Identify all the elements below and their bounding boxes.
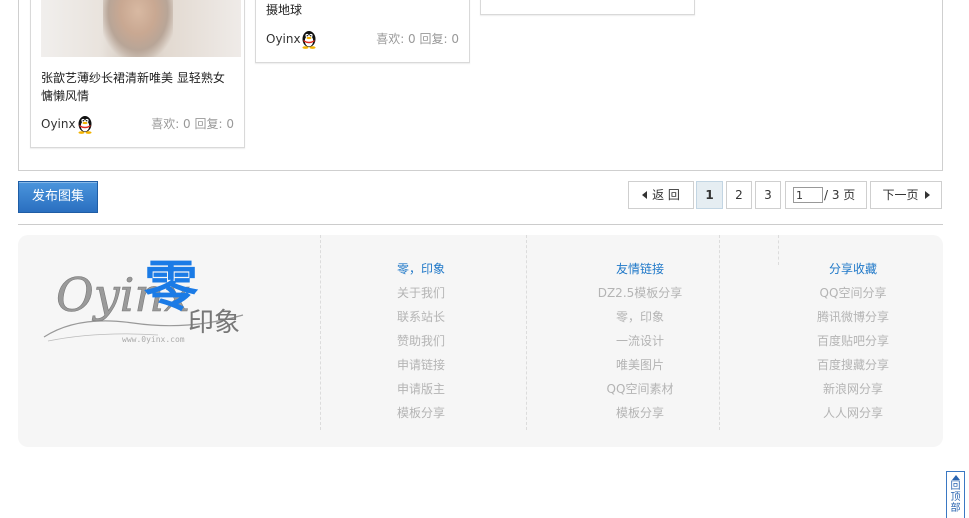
next-page-button[interactable]: 下一页 — [870, 181, 942, 209]
likes-replies-count: 喜欢: 0 回复: 0 — [376, 32, 459, 46]
page-number-input[interactable] — [793, 187, 823, 203]
likes-replies-count: 喜欢: 0 回复: 0 — [151, 117, 234, 131]
footer-link[interactable]: QQ空间素材 — [540, 377, 740, 401]
footer-column-about: 零，印象 关于我们 联系站长 赞助我们 申请链接 申请版主 模板分享 — [321, 257, 521, 425]
back-label: 返 回 — [652, 188, 680, 202]
logo-tail-text: 印象 — [188, 308, 240, 338]
album-title[interactable]: 张歆艺薄纱长裙清新唯美 显轻熟女慵懒风情 — [41, 69, 236, 105]
total-pages-label: / 3 页 — [824, 188, 856, 202]
footer-link[interactable]: DZ2.5模板分享 — [540, 281, 740, 305]
page-3-link[interactable]: 3 — [755, 181, 781, 209]
footer-column-share: 分享收藏 QQ空间分享 腾讯微博分享 百度贴吧分享 百度搜藏分享 新浪网分享 人… — [753, 257, 953, 425]
footer-link[interactable]: 模板分享 — [321, 401, 521, 425]
footer-link[interactable]: 申请版主 — [321, 377, 521, 401]
column-title[interactable]: 分享收藏 — [753, 257, 953, 281]
album-card[interactable] — [480, 0, 695, 15]
next-label: 下一页 — [882, 188, 919, 202]
author-link[interactable]: Oyinx — [266, 29, 301, 49]
qq-penguin-icon[interactable] — [300, 29, 318, 49]
album-card[interactable]: 摄地球 Oyinx 喜欢: 0 回复: 0 — [255, 0, 470, 63]
footer-link[interactable]: 关于我们 — [321, 281, 521, 305]
album-meta: Oyinx 喜欢: 0 回复: 0 — [41, 114, 234, 134]
page-1-current[interactable]: 1 — [696, 181, 723, 209]
footer-link[interactable]: 赞助我们 — [321, 329, 521, 353]
triangle-right-icon — [924, 190, 930, 199]
footer-link[interactable]: 人人网分享 — [753, 401, 953, 425]
page-jump: / 3 页 — [785, 181, 867, 209]
footer-link[interactable]: 一流设计 — [540, 329, 740, 353]
footer-link[interactable]: 零，印象 — [540, 305, 740, 329]
arrow-up-icon — [951, 475, 960, 480]
site-logo[interactable]: Oyinx 零 印象 www.0yinx.com — [38, 245, 268, 355]
column-title[interactable]: 友情链接 — [540, 257, 740, 281]
album-meta: Oyinx 喜欢: 0 回复: 0 — [266, 29, 459, 49]
publish-album-button[interactable]: 发布图集 — [18, 181, 98, 213]
back-to-top-button[interactable]: 回顶部 — [946, 471, 965, 518]
footer-link[interactable]: 模板分享 — [540, 401, 740, 425]
footer-link[interactable]: 新浪网分享 — [753, 377, 953, 401]
back-button[interactable]: 返 回 — [628, 181, 694, 209]
column-title[interactable]: 零，印象 — [321, 257, 521, 281]
footer-link[interactable]: QQ空间分享 — [753, 281, 953, 305]
author-link[interactable]: Oyinx — [41, 114, 76, 134]
footer-link[interactable]: 百度贴吧分享 — [753, 329, 953, 353]
page-2-link[interactable]: 2 — [726, 181, 752, 209]
qq-penguin-icon[interactable] — [76, 114, 94, 134]
footer-link[interactable]: 联系站长 — [321, 305, 521, 329]
qq-penguin-icon[interactable] — [526, 0, 544, 4]
footer-link[interactable]: 百度搜藏分享 — [753, 353, 953, 377]
footer-link[interactable]: 申请链接 — [321, 353, 521, 377]
album-cover-image[interactable] — [41, 0, 241, 57]
footer-link[interactable]: 唯美图片 — [540, 353, 740, 377]
logo-url-text: www.0yinx.com — [122, 335, 185, 344]
section-divider — [18, 224, 943, 225]
gallery-grid: 张歆艺薄纱长裙清新唯美 显轻熟女慵懒风情 Oyinx 喜欢: 0 回复: 0 摄… — [18, 0, 943, 171]
album-card[interactable]: 张歆艺薄纱长裙清新唯美 显轻熟女慵懒风情 Oyinx 喜欢: 0 回复: 0 — [30, 0, 245, 148]
site-footer: Oyinx 零 印象 www.0yinx.com 零，印象 关于我们 联系站长 … — [18, 235, 943, 447]
footer-column-friend-links: 友情链接 DZ2.5模板分享 零，印象 一流设计 唯美图片 QQ空间素材 模板分… — [540, 257, 740, 425]
column-separator — [526, 235, 527, 430]
back-to-top-label: 回顶部 — [950, 481, 961, 514]
cover-figure — [103, 0, 173, 57]
album-title[interactable]: 摄地球 — [266, 1, 461, 19]
footer-link[interactable]: 腾讯微博分享 — [753, 305, 953, 329]
triangle-left-icon — [642, 190, 648, 199]
